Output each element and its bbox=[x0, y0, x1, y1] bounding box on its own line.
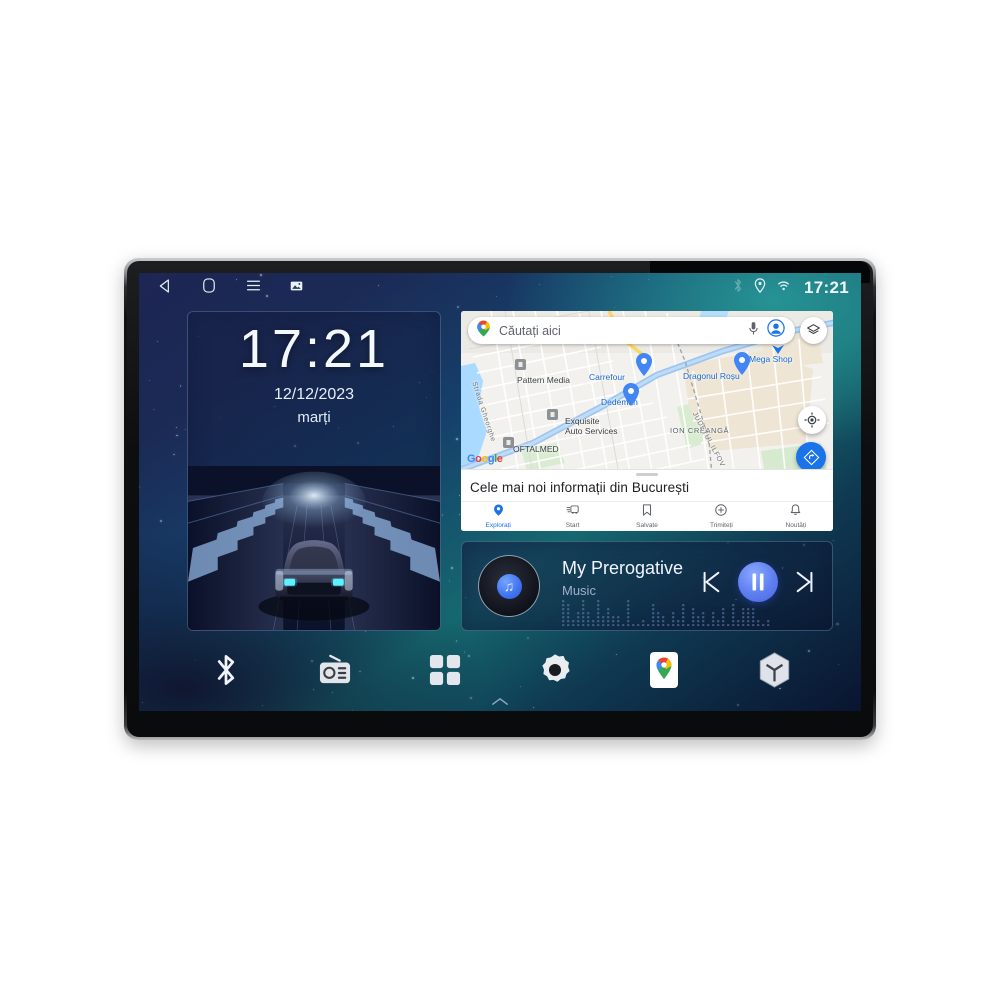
radio-icon bbox=[320, 654, 351, 684]
dock-item-apps[interactable] bbox=[422, 647, 468, 693]
map-tab-label: Noutăți bbox=[785, 522, 807, 529]
media-player-widget[interactable]: ♫ My Prerogative Music bbox=[461, 541, 833, 631]
explore-pin-icon bbox=[493, 503, 504, 521]
map-search-bar[interactable]: Căutați aici bbox=[468, 317, 795, 344]
home-nav-icon[interactable] bbox=[201, 277, 217, 299]
status-bar-nav-group bbox=[157, 277, 303, 299]
map-tab-label: Trimiteți bbox=[709, 522, 733, 529]
wifi-status-icon bbox=[777, 279, 793, 297]
previous-track-button[interactable] bbox=[698, 567, 724, 597]
location-status-icon bbox=[754, 278, 766, 298]
map-tab-trimitei[interactable]: Trimiteți bbox=[684, 502, 758, 530]
map-layers-icon[interactable] bbox=[800, 317, 827, 344]
music-note-icon: ♫ bbox=[496, 573, 522, 599]
clock-widget-time: 17:21 bbox=[238, 319, 390, 379]
map-tab-label: Explorați bbox=[485, 522, 511, 529]
contribute-plus-icon bbox=[715, 503, 728, 521]
status-bar: 17:21 bbox=[139, 273, 861, 303]
commute-icon bbox=[566, 503, 579, 521]
clock-car-widget[interactable]: 17:21 12/12/2023 marți bbox=[187, 311, 441, 631]
map-tab-nouti[interactable]: Noutăți bbox=[759, 502, 833, 530]
chevron-up-icon[interactable] bbox=[139, 697, 861, 709]
dock-item-bluetooth[interactable] bbox=[203, 647, 249, 693]
screenshot-nav-icon[interactable] bbox=[290, 279, 303, 297]
media-track-title: My Prerogative bbox=[562, 558, 684, 578]
dock-item-settings[interactable] bbox=[532, 647, 578, 693]
menu-nav-icon[interactable] bbox=[245, 278, 262, 298]
home-screen: 17:21 12/12/2023 marți Pattern Media Car… bbox=[139, 303, 861, 711]
clock-widget-date: 12/12/2023 bbox=[273, 386, 355, 403]
map-tab-label: Salvate bbox=[636, 522, 658, 529]
cube-icon bbox=[759, 652, 789, 688]
my-location-icon[interactable] bbox=[798, 406, 826, 434]
map-search-placeholder: Căutați aici bbox=[499, 323, 561, 338]
car-animation[interactable] bbox=[188, 466, 440, 630]
dock-item-maps[interactable] bbox=[641, 647, 687, 693]
google-maps-icon bbox=[650, 652, 679, 688]
device-screen: 17:21 17:21 12/12/2023 marți Pattern Med… bbox=[139, 273, 861, 711]
apps-grid-icon bbox=[430, 654, 461, 686]
head-unit-device: 17:21 17:21 12/12/2023 marți Pattern Med… bbox=[124, 258, 876, 740]
map-sheet-title: Cele mai noi informații din București bbox=[470, 480, 690, 495]
album-art-disc[interactable]: ♫ bbox=[478, 555, 540, 617]
next-track-button[interactable] bbox=[792, 567, 818, 597]
map-bottom-nav: Explorați Start Salvate Trimiteți Noutăți bbox=[461, 502, 833, 530]
google-maps-pin-icon bbox=[476, 320, 491, 342]
status-bar-clock: 17:21 bbox=[804, 278, 849, 297]
back-nav-icon[interactable] bbox=[157, 278, 173, 299]
account-avatar-icon[interactable] bbox=[767, 319, 785, 342]
device-bezel: 17:21 17:21 12/12/2023 marți Pattern Med… bbox=[127, 261, 873, 737]
map-canvas[interactable]: Pattern Media Carrefour Dedeman Exquisite Au… bbox=[461, 311, 833, 531]
dock-item-radio[interactable] bbox=[312, 647, 358, 693]
status-bar-indicators: 17:21 bbox=[733, 278, 849, 298]
app-dock bbox=[139, 643, 861, 697]
play-pause-button[interactable] bbox=[738, 562, 778, 602]
clock-widget[interactable]: 17:21 12/12/2023 marți bbox=[188, 312, 440, 466]
dock-item-cube[interactable] bbox=[751, 647, 797, 693]
pause-icon bbox=[752, 573, 764, 591]
bookmark-icon bbox=[642, 503, 652, 521]
bluetooth-status-icon bbox=[733, 278, 743, 298]
microphone-icon[interactable] bbox=[748, 321, 759, 341]
map-tab-explorai[interactable]: Explorați bbox=[461, 502, 535, 530]
google-maps-widget[interactable]: Pattern Media Carrefour Dedeman Exquisite Au… bbox=[461, 311, 833, 531]
map-tab-salvate[interactable]: Salvate bbox=[610, 502, 684, 530]
media-controls bbox=[698, 562, 818, 602]
map-tab-start[interactable]: Start bbox=[535, 502, 609, 530]
google-attribution: Google bbox=[467, 453, 503, 465]
notifications-bell-icon bbox=[790, 503, 801, 521]
directions-icon[interactable] bbox=[796, 442, 826, 472]
gear-icon bbox=[542, 654, 570, 682]
screenshot-root: 17:21 17:21 12/12/2023 marți Pattern Med… bbox=[0, 0, 1000, 1000]
bluetooth-icon bbox=[217, 655, 234, 685]
clock-widget-weekday: marți bbox=[297, 409, 331, 426]
map-bottom-sheet[interactable]: Cele mai noi informații din București Ex… bbox=[461, 469, 833, 531]
map-tab-label: Start bbox=[565, 522, 580, 529]
